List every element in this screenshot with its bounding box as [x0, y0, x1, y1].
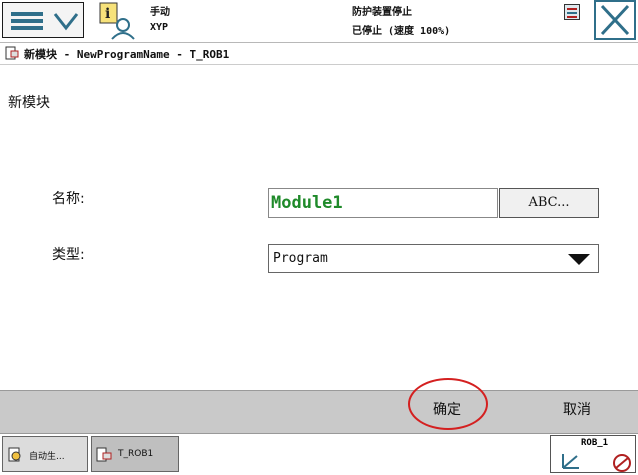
- module-name-field[interactable]: Module1: [268, 188, 498, 218]
- main-menu-button[interactable]: [2, 2, 84, 38]
- name-label: 名称:: [52, 191, 85, 207]
- production-window-icon: [8, 447, 21, 462]
- program-editor-icon: [5, 46, 19, 60]
- task-auto-production[interactable]: 自动生...: [2, 436, 88, 472]
- mode-text: 手动: [150, 7, 170, 18]
- page-heading: 新模块: [8, 95, 50, 111]
- type-label: 类型:: [52, 247, 85, 263]
- jogging-status[interactable]: ROB_1: [550, 435, 636, 473]
- safety-state-text: 防护装置停止: [352, 7, 412, 18]
- run-state-text: 已停止 (速度 100%): [352, 26, 451, 37]
- operator-info-icon[interactable]: i: [96, 2, 136, 40]
- coordinate-axes-icon: [562, 454, 579, 469]
- hamburger-icon: [11, 12, 43, 30]
- highlight-circle: [408, 378, 488, 430]
- svg-text:i: i: [105, 6, 110, 22]
- tool-incremental-icon: [613, 454, 631, 472]
- task-t-rob1[interactable]: T_ROB1: [91, 436, 179, 472]
- cancel-button[interactable]: 取消: [528, 390, 626, 432]
- task1-label: 自动生...: [29, 452, 65, 462]
- abc-keyboard-button[interactable]: ABC...: [499, 188, 599, 218]
- close-button[interactable]: [594, 0, 636, 40]
- window-title-bar: 新模块 - NewProgramName - T_ROB1: [0, 43, 638, 65]
- window-title: 新模块 - NewProgramName - T_ROB1: [24, 48, 230, 61]
- chevron-down-icon: [53, 13, 79, 31]
- task2-label: T_ROB1: [118, 449, 154, 459]
- program-editor-icon: [96, 447, 112, 462]
- quickset-icon[interactable]: [564, 4, 580, 20]
- module-type-select[interactable]: Program: [268, 244, 599, 273]
- module-type-value: Program: [273, 251, 328, 266]
- dropdown-arrow-icon: [568, 254, 590, 265]
- robot-name: ROB_1: [581, 438, 609, 448]
- system-name: XYP: [150, 22, 169, 33]
- close-icon: [600, 4, 630, 36]
